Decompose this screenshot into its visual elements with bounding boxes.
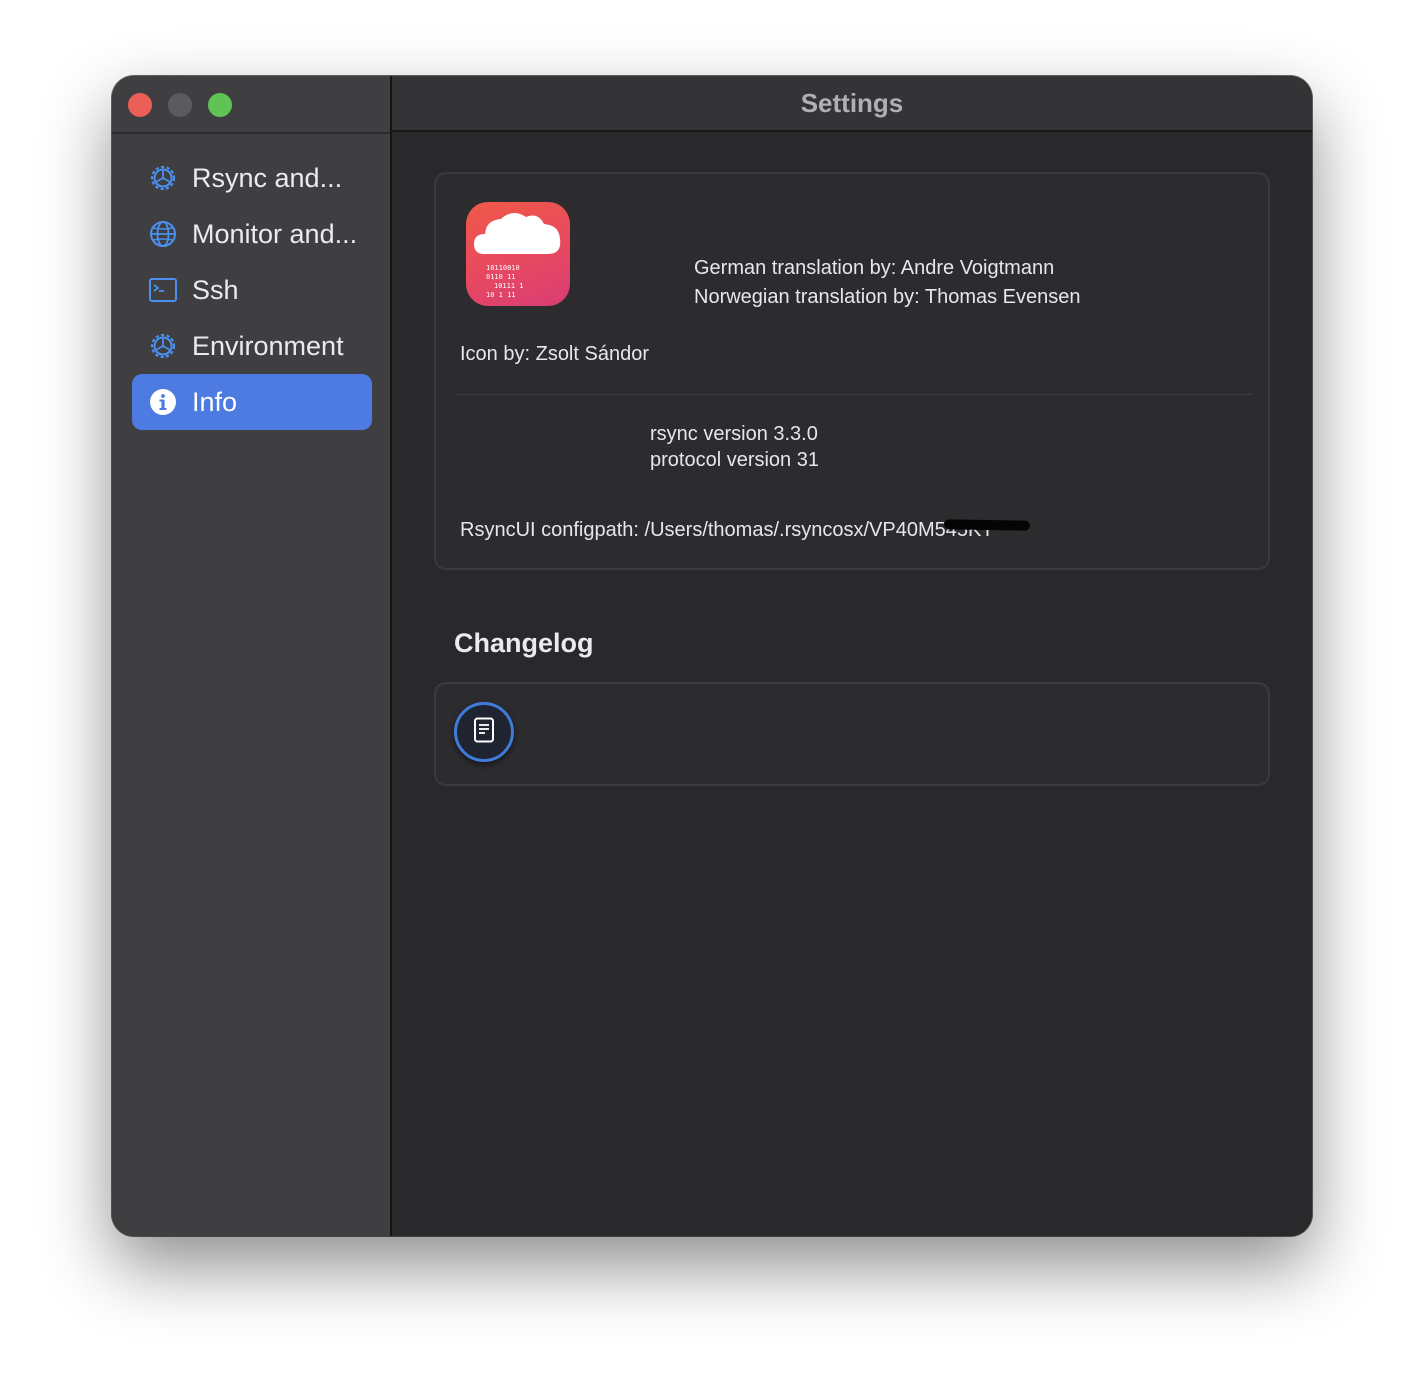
protocol-version: protocol version 31 bbox=[650, 449, 819, 471]
sidebar-item-ssh[interactable]: Ssh bbox=[132, 262, 372, 318]
maximize-window-button[interactable] bbox=[208, 93, 232, 117]
changelog-panel bbox=[434, 682, 1270, 786]
sidebar-item-rsync[interactable]: Rsync and... bbox=[132, 150, 372, 206]
close-window-button[interactable] bbox=[128, 93, 152, 117]
svg-text:10110010: 10110010 bbox=[486, 264, 520, 272]
settings-window: Rsync and... Monitor and... Ssh Environm… bbox=[112, 76, 1312, 1236]
icon-credit: Icon by: Zsolt Sándor bbox=[460, 343, 649, 365]
translation-credit-german: German translation by: Andre Voigtmann bbox=[694, 257, 1055, 279]
sidebar-item-info[interactable]: Info bbox=[132, 374, 372, 430]
changelog-button[interactable] bbox=[454, 702, 514, 762]
terminal-icon bbox=[148, 275, 178, 305]
sidebar-item-label: Ssh bbox=[192, 274, 239, 305]
sidebar-header bbox=[112, 76, 390, 134]
sidebar-item-environment[interactable]: Environment bbox=[132, 318, 372, 374]
app-icon: 10110010 0110 11 10111 1 10 1 11 bbox=[466, 202, 570, 306]
gear-icon bbox=[148, 331, 178, 361]
main-content: Settings 10110010 0110 11 10111 1 10 1 1… bbox=[392, 76, 1312, 1236]
redaction-mark bbox=[943, 519, 1031, 531]
svg-text:0110 11: 0110 11 bbox=[486, 273, 516, 281]
gear-icon bbox=[148, 163, 178, 193]
configpath: RsyncUI configpath: /Users/thomas/.rsync… bbox=[460, 519, 994, 541]
document-icon bbox=[473, 717, 495, 748]
minimize-window-button[interactable] bbox=[168, 93, 192, 117]
window-title: Settings bbox=[392, 76, 1312, 132]
svg-text:10111 1: 10111 1 bbox=[494, 282, 524, 290]
globe-icon bbox=[148, 219, 178, 249]
info-panel: 10110010 0110 11 10111 1 10 1 11 German … bbox=[434, 172, 1270, 570]
translation-credit-norwegian: Norwegian translation by: Thomas Evensen bbox=[694, 286, 1081, 308]
divider bbox=[454, 394, 1252, 395]
sidebar: Rsync and... Monitor and... Ssh Environm… bbox=[112, 76, 392, 1236]
svg-text:10 1 11: 10 1 11 bbox=[486, 291, 516, 299]
changelog-heading: Changelog bbox=[454, 628, 594, 658]
rsync-version: rsync version 3.3.0 bbox=[650, 423, 818, 445]
info-icon bbox=[148, 387, 178, 417]
sidebar-item-label: Rsync and... bbox=[192, 162, 343, 193]
sidebar-item-label: Info bbox=[192, 386, 238, 417]
sidebar-item-monitor[interactable]: Monitor and... bbox=[132, 206, 372, 262]
sidebar-item-label: Monitor and... bbox=[192, 218, 358, 249]
sidebar-item-label: Environment bbox=[192, 330, 344, 361]
